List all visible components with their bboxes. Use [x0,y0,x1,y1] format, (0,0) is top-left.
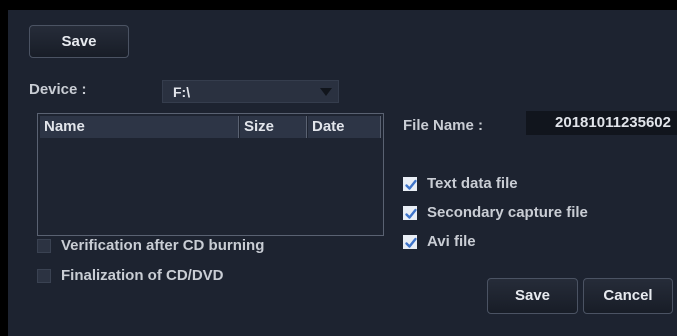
avi-file-label: Avi file [427,233,476,250]
text-data-file-label: Text data file [427,175,518,192]
device-select-value: F:\ [173,84,191,100]
save-button[interactable]: Save [487,278,578,314]
file-name-label: File Name : [403,117,484,134]
verification-label: Verification after CD burning [61,237,265,254]
secondary-capture-file-label: Secondary capture file [427,204,588,221]
finalization-label: Finalization of CD/DVD [61,267,224,284]
finalization-checkbox[interactable] [37,269,51,283]
avi-file-checkbox[interactable] [403,235,417,249]
column-header-size[interactable]: Size [240,116,307,138]
save-dialog: Save Device : F:\ Name Size Date File Na… [8,10,677,336]
checkmark-icon [405,237,417,248]
device-select[interactable]: F:\ [162,80,339,103]
file-list[interactable]: Name Size Date [37,113,384,236]
column-header-date[interactable]: Date [308,116,381,138]
checkmark-icon [405,179,417,190]
cancel-button[interactable]: Cancel [583,278,673,314]
column-header-name[interactable]: Name [40,116,239,138]
file-name-field[interactable]: 20181011235602 [526,111,677,135]
device-label: Device : [29,81,87,98]
checkmark-icon [405,208,417,219]
top-save-button[interactable]: Save [29,25,129,58]
secondary-capture-file-checkbox[interactable] [403,206,417,220]
text-data-file-checkbox[interactable] [403,177,417,191]
verification-checkbox[interactable] [37,239,51,253]
chevron-down-icon[interactable] [320,88,332,96]
